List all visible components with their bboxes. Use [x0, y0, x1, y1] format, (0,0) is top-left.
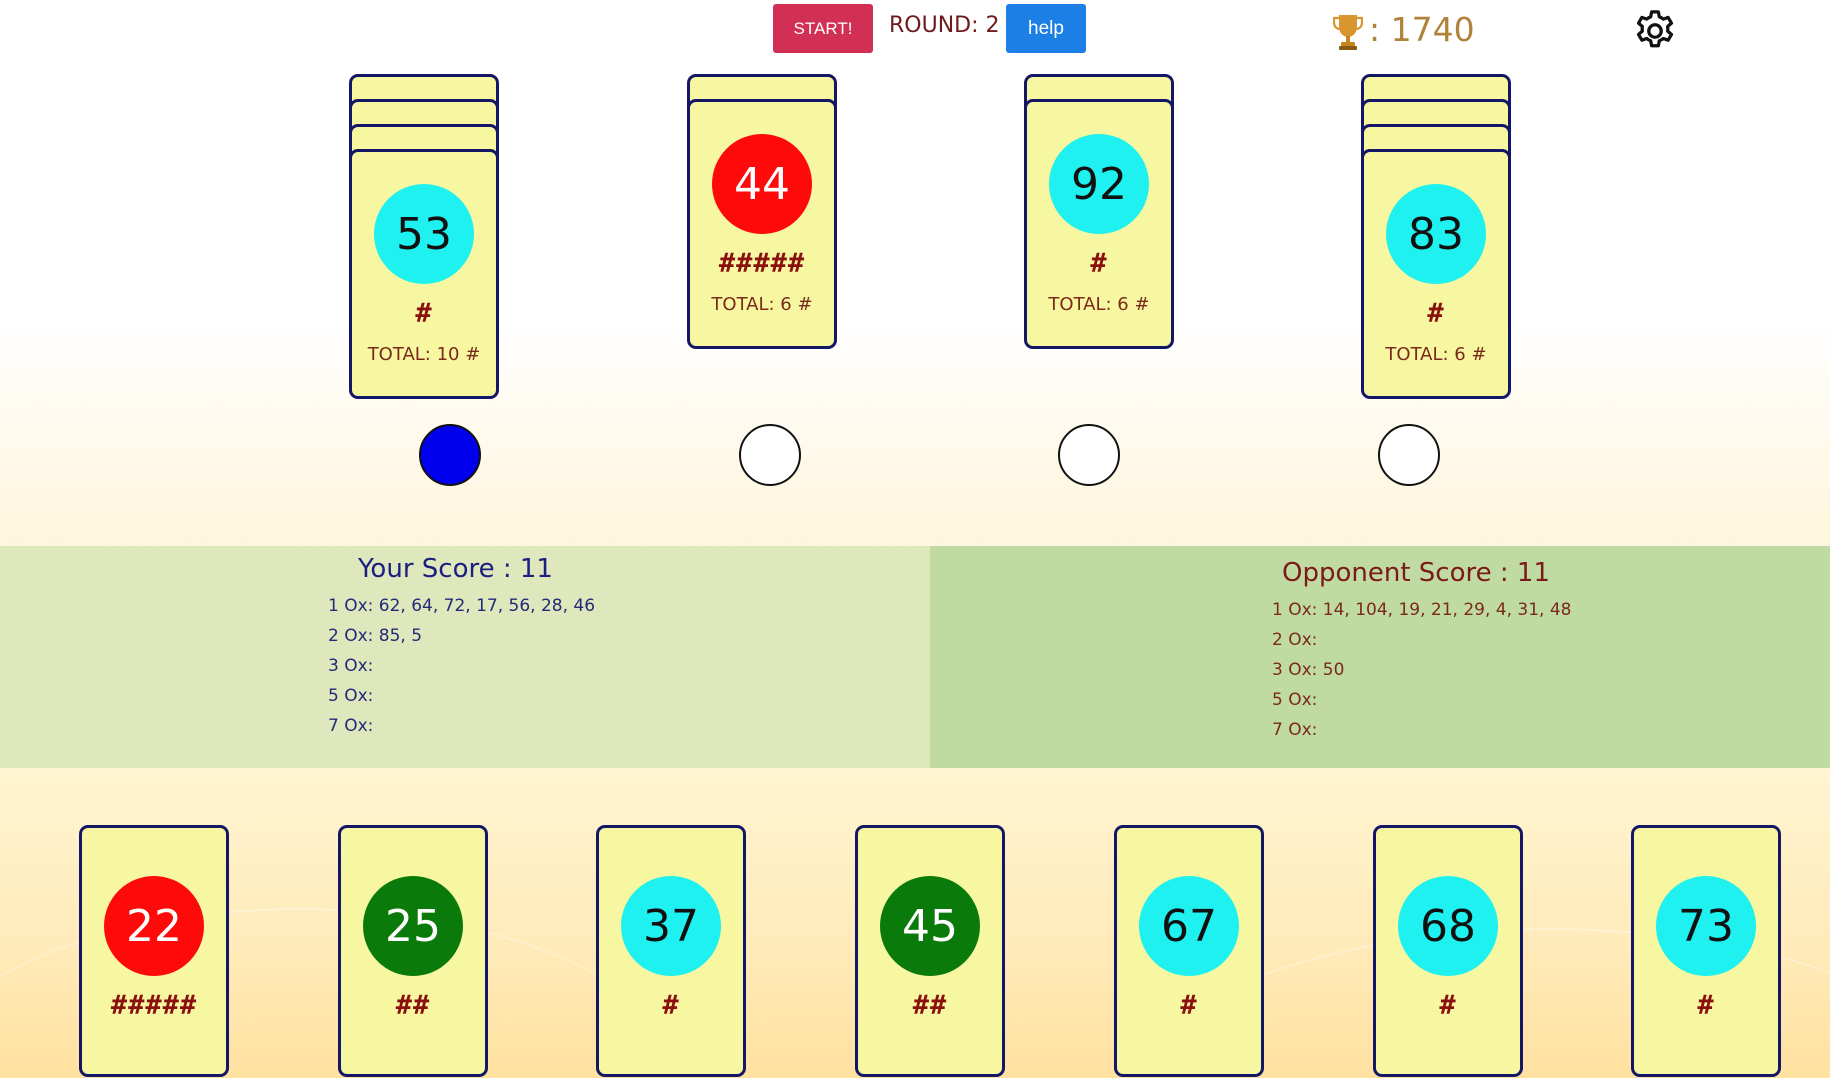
opponent-score-panel: Opponent Score : 11 1 Ox: 14, 104, 19, 2…: [930, 546, 1830, 768]
hand-card[interactable]: 45 ##: [855, 825, 1005, 1077]
card-penalty-marks: #####: [110, 990, 198, 1021]
row-total: TOTAL: 6 #: [1048, 294, 1150, 315]
row-4-selector[interactable]: [1378, 424, 1440, 486]
card-penalty-marks: #: [1180, 990, 1198, 1021]
card-number-circle: 53: [374, 184, 474, 284]
opponent-ox-line: 2 Ox:: [1272, 630, 1318, 650]
opponent-ox-line: 3 Ox: 50: [1272, 660, 1345, 680]
card-number-circle: 67: [1139, 876, 1239, 976]
trophy-score: : 1740: [1369, 10, 1475, 49]
row-total: TOTAL: 10 #: [367, 344, 481, 365]
opponent-ox-line: 5 Ox:: [1272, 690, 1318, 710]
your-ox-line: 5 Ox:: [328, 686, 374, 706]
card-number-circle: 73: [1656, 876, 1756, 976]
row-2-selector[interactable]: [739, 424, 801, 486]
hand-card[interactable]: 25 ##: [338, 825, 488, 1077]
row-total: TOTAL: 6 #: [1385, 344, 1487, 365]
hand-card[interactable]: 22 #####: [79, 825, 229, 1077]
row-2-top-card: 44 ##### TOTAL: 6 #: [687, 99, 837, 349]
hand-card[interactable]: 68 #: [1373, 825, 1523, 1077]
your-ox-line: 3 Ox:: [328, 656, 374, 676]
card-penalty-marks: ##: [912, 990, 948, 1021]
your-score-title: Your Score : 11: [358, 554, 553, 584]
card-number-circle: 45: [880, 876, 980, 976]
card-number-circle: 83: [1386, 184, 1486, 284]
row-3-top-card: 92 # TOTAL: 6 #: [1024, 99, 1174, 349]
your-score-panel: Your Score : 11 1 Ox: 62, 64, 72, 17, 56…: [0, 546, 930, 768]
card-number-circle: 92: [1049, 134, 1149, 234]
card-penalty-marks: #: [415, 298, 433, 329]
trophy-icon: [1333, 15, 1363, 50]
card-penalty-marks: #####: [718, 248, 806, 279]
card-penalty-marks: #: [1439, 990, 1457, 1021]
card-penalty-marks: #: [1697, 990, 1715, 1021]
card-number-circle: 22: [104, 876, 204, 976]
card-number-circle: 68: [1398, 876, 1498, 976]
row-3-selector[interactable]: [1058, 424, 1120, 486]
start-button[interactable]: START!: [773, 4, 873, 53]
round-indicator: ROUND: 2: [889, 13, 1000, 38]
card-penalty-marks: #: [1427, 298, 1445, 329]
row-1-top-card: 53 # TOTAL: 10 #: [349, 149, 499, 399]
hand-card[interactable]: 73 #: [1631, 825, 1781, 1077]
your-ox-line: 2 Ox: 85, 5: [328, 626, 423, 646]
gear-icon[interactable]: [1632, 8, 1678, 54]
card-number-circle: 25: [363, 876, 463, 976]
hand-card[interactable]: 67 #: [1114, 825, 1264, 1077]
card-penalty-marks: ##: [395, 990, 431, 1021]
your-ox-line: 1 Ox: 62, 64, 72, 17, 56, 28, 46: [328, 596, 596, 616]
row-total: TOTAL: 6 #: [711, 294, 813, 315]
help-button[interactable]: help: [1006, 4, 1086, 53]
opponent-score-title: Opponent Score : 11: [1282, 558, 1550, 588]
card-number-circle: 44: [712, 134, 812, 234]
row-4-top-card: 83 # TOTAL: 6 #: [1361, 149, 1511, 399]
card-number-circle: 37: [621, 876, 721, 976]
hand-card[interactable]: 37 #: [596, 825, 746, 1077]
opponent-ox-line: 1 Ox: 14, 104, 19, 21, 29, 4, 31, 48: [1272, 600, 1572, 620]
opponent-ox-line: 7 Ox:: [1272, 720, 1318, 740]
card-penalty-marks: #: [1090, 248, 1108, 279]
your-ox-line: 7 Ox:: [328, 716, 374, 736]
card-penalty-marks: #: [662, 990, 680, 1021]
row-1-selector[interactable]: [419, 424, 481, 486]
